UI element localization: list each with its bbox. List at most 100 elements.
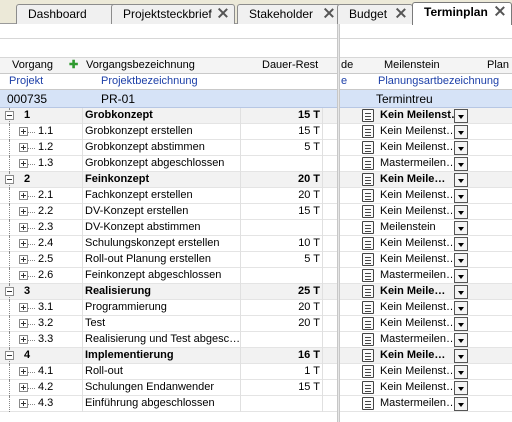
- notepad-icon[interactable]: [362, 365, 374, 378]
- chevron-down-icon[interactable]: [454, 365, 468, 379]
- task-row[interactable]: 2.6 Feinkonzept abgeschlossen Mastermeilen…: [0, 268, 512, 284]
- task-row[interactable]: 2.1 Fachkonzept erstellen 20 T Kein Meilens…: [0, 188, 512, 204]
- tab-terminplan[interactable]: Terminplan: [412, 2, 512, 25]
- notepad-icon[interactable]: [362, 109, 374, 122]
- task-row[interactable]: 3.2 Test 20 T Kein Meilenst…: [0, 316, 512, 332]
- task-name[interactable]: DV-Konzept abstimmen: [85, 221, 240, 233]
- task-row[interactable]: 1.3 Grobkonzept abgeschlossen Mastermeilen…: [0, 156, 512, 172]
- chevron-down-icon[interactable]: [454, 301, 468, 315]
- milestone-cell[interactable]: Kein Meilenst…: [362, 381, 456, 395]
- column-vorgang[interactable]: Vorgang: [12, 59, 53, 71]
- task-name[interactable]: Grobkonzept: [85, 109, 240, 121]
- expand-icon[interactable]: [19, 319, 28, 328]
- notepad-icon[interactable]: [362, 301, 374, 314]
- milestone-select[interactable]: Kein Meilenst…: [380, 301, 456, 313]
- task-name[interactable]: Einführung abgeschlossen: [85, 397, 240, 409]
- column-dauer-rest[interactable]: Dauer-Rest: [262, 59, 318, 71]
- task-name[interactable]: DV-Konzept erstellen: [85, 205, 240, 217]
- chevron-down-icon[interactable]: [454, 253, 468, 267]
- task-duration[interactable]: 10 T: [242, 237, 320, 249]
- milestone-cell[interactable]: Kein Meile…: [362, 173, 456, 187]
- close-icon[interactable]: [495, 6, 505, 16]
- milestone-select[interactable]: Meilenstein: [380, 221, 456, 233]
- plus-icon[interactable]: ✚: [69, 58, 78, 71]
- expand-icon[interactable]: [19, 127, 28, 136]
- notepad-icon[interactable]: [362, 269, 374, 282]
- task-duration[interactable]: 15 T: [242, 381, 320, 393]
- chevron-down-icon[interactable]: [454, 349, 468, 363]
- column-plan[interactable]: Plan: [487, 59, 509, 71]
- milestone-select[interactable]: Kein Meilenst…: [380, 109, 456, 121]
- notepad-icon[interactable]: [362, 125, 374, 138]
- milestone-cell[interactable]: Kein Meilenst…: [362, 365, 456, 379]
- milestone-select[interactable]: Mastermeilen…: [380, 269, 456, 281]
- task-duration[interactable]: 20 T: [242, 317, 320, 329]
- task-row[interactable]: 1.2 Grobkonzept abstimmen 5 T Kein Meilenst…: [0, 140, 512, 156]
- milestone-cell[interactable]: Kein Meilenst…: [362, 141, 456, 155]
- milestone-cell[interactable]: Kein Meilenst…: [362, 253, 456, 267]
- chevron-down-icon[interactable]: [454, 141, 468, 155]
- tab-budget[interactable]: Budget: [337, 4, 413, 24]
- chevron-down-icon[interactable]: [454, 237, 468, 251]
- notepad-icon[interactable]: [362, 237, 374, 250]
- task-duration[interactable]: 15 T: [242, 125, 320, 137]
- expand-icon[interactable]: [19, 143, 28, 152]
- chevron-down-icon[interactable]: [454, 317, 468, 331]
- milestone-select[interactable]: Kein Meilenst…: [380, 381, 456, 393]
- close-icon[interactable]: [396, 8, 406, 18]
- task-duration[interactable]: 15 T: [242, 109, 320, 121]
- task-name[interactable]: Realisierung: [85, 285, 240, 297]
- task-row[interactable]: 4.3 Einführung abgeschlossen Mastermeilen…: [0, 396, 512, 412]
- task-duration[interactable]: 20 T: [242, 301, 320, 313]
- task-name[interactable]: Grobkonzept abgeschlossen: [85, 157, 240, 169]
- task-row[interactable]: 3.1 Programmierung 20 T Kein Meilenst…: [0, 300, 512, 316]
- notepad-icon[interactable]: [362, 157, 374, 170]
- notepad-icon[interactable]: [362, 317, 374, 330]
- notepad-icon[interactable]: [362, 381, 374, 394]
- collapse-icon[interactable]: [5, 351, 14, 360]
- expand-icon[interactable]: [19, 191, 28, 200]
- milestone-select[interactable]: Kein Meilenst…: [380, 317, 456, 329]
- task-group-row[interactable]: 2 Feinkonzept 20 T Kein Meile…: [0, 172, 512, 188]
- task-name[interactable]: Test: [85, 317, 240, 329]
- milestone-select[interactable]: Mastermeilen…: [380, 333, 456, 345]
- milestone-select[interactable]: Kein Meilenst…: [380, 141, 456, 153]
- task-duration[interactable]: 5 T: [242, 141, 320, 153]
- milestone-cell[interactable]: Mastermeilen…: [362, 333, 456, 347]
- notepad-icon[interactable]: [362, 221, 374, 234]
- task-group-row[interactable]: 1 Grobkonzept 15 T Kein Meilenst…: [0, 108, 512, 124]
- milestone-cell[interactable]: Kein Meilenst…: [362, 301, 456, 315]
- collapse-icon[interactable]: [5, 111, 14, 120]
- milestone-select[interactable]: Kein Meilenst…: [380, 189, 456, 201]
- milestone-cell[interactable]: Kein Meilenst…: [362, 205, 456, 219]
- collapse-icon[interactable]: [5, 175, 14, 184]
- notepad-icon[interactable]: [362, 173, 374, 186]
- chevron-down-icon[interactable]: [454, 189, 468, 203]
- task-name[interactable]: Programmierung: [85, 301, 240, 313]
- milestone-select[interactable]: Kein Meile…: [380, 173, 456, 185]
- milestone-cell[interactable]: Kein Meile…: [362, 349, 456, 363]
- notepad-icon[interactable]: [362, 333, 374, 346]
- column-vorgangsbezeichnung[interactable]: Vorgangsbezeichnung: [86, 59, 195, 71]
- expand-icon[interactable]: [19, 335, 28, 344]
- task-duration[interactable]: 20 T: [242, 189, 320, 201]
- task-row[interactable]: 1.1 Grobkonzept erstellen 15 T Kein Meilens…: [0, 124, 512, 140]
- milestone-cell[interactable]: Kein Meilenst…: [362, 109, 456, 123]
- notepad-icon[interactable]: [362, 397, 374, 410]
- task-duration[interactable]: 25 T: [242, 285, 320, 297]
- notepad-icon[interactable]: [362, 253, 374, 266]
- notepad-icon[interactable]: [362, 349, 374, 362]
- task-duration[interactable]: 16 T: [242, 349, 320, 361]
- collapse-icon[interactable]: [5, 287, 14, 296]
- chevron-down-icon[interactable]: [454, 109, 468, 123]
- task-name[interactable]: Fachkonzept erstellen: [85, 189, 240, 201]
- task-name[interactable]: Feinkonzept abgeschlossen: [85, 269, 240, 281]
- chevron-down-icon[interactable]: [454, 333, 468, 347]
- expand-icon[interactable]: [19, 207, 28, 216]
- notepad-icon[interactable]: [362, 189, 374, 202]
- task-group-row[interactable]: 4 Implementierung 16 T Kein Meile…: [0, 348, 512, 364]
- chevron-down-icon[interactable]: [454, 173, 468, 187]
- milestone-select[interactable]: Kein Meilenst…: [380, 365, 456, 377]
- task-row[interactable]: 2.5 Roll-out Planung erstellen 5 T Kein Mei…: [0, 252, 512, 268]
- task-name[interactable]: Implementierung: [85, 349, 240, 361]
